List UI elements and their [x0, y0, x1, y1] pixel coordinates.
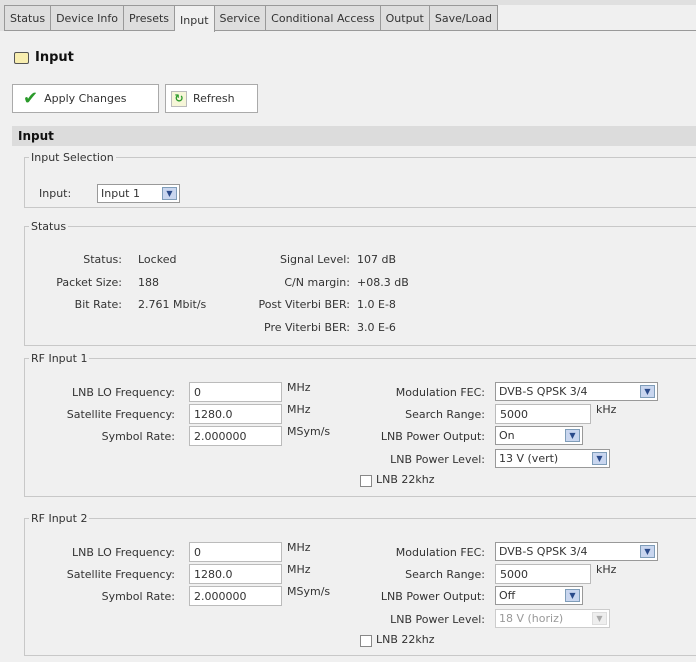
tab-bar: Status Device Info Presets Input Service… [4, 5, 696, 32]
status-value: 1.0 E-8 [357, 298, 396, 311]
lnb-22khz-checkbox[interactable] [360, 635, 372, 647]
modulation-fec-label: Modulation FEC: [395, 546, 485, 559]
status-value: 107 dB [357, 253, 397, 266]
status-value: 2.761 Mbit/s [138, 298, 207, 311]
status-value: +08.3 dB [357, 276, 409, 289]
search-range-input[interactable]: 5000 [495, 404, 591, 424]
input-selection-group: Input Selection Input: Input 1 ▼ [24, 151, 696, 208]
satellite-frequency-input[interactable]: 1280.0 [189, 564, 282, 584]
search-range-input[interactable]: 5000 [495, 564, 591, 584]
status-label: Post Viterbi BER: [258, 298, 351, 311]
status-label: Pre Viterbi BER: [264, 321, 350, 334]
tab-service[interactable]: Service [214, 5, 267, 31]
lnb-power-level-label: LNB Power Level: [390, 613, 485, 626]
symbol-rate-input[interactable]: 2.000000 [189, 586, 282, 606]
status-label: Signal Level: [279, 253, 350, 266]
unit-label: MSym/s [287, 585, 331, 598]
rf-input-2-group: RF Input 2 LNB LO Frequency: 0 MHz Satel… [24, 512, 696, 656]
lnb-power-level-label: LNB Power Level: [390, 453, 485, 466]
tab-device-info[interactable]: Device Info [51, 5, 124, 31]
status-label: C/N margin: [284, 276, 350, 289]
status-label: Bit Rate: [74, 298, 122, 311]
unit-label: MHz [287, 563, 311, 576]
lnb-lo-label: LNB LO Frequency: [71, 546, 175, 559]
chevron-down-icon: ▼ [640, 545, 655, 558]
lnb-lo-label: LNB LO Frequency: [71, 386, 175, 399]
chevron-down-icon: ▼ [162, 187, 177, 200]
chevron-down-icon: ▼ [640, 385, 655, 398]
checkmark-icon: ✔ [23, 88, 39, 109]
section-header: Input [12, 126, 696, 146]
unit-label: MHz [287, 403, 311, 416]
chevron-down-icon: ▼ [565, 589, 580, 602]
lnb-power-output-label: LNB Power Output: [380, 430, 485, 443]
status-value: 3.0 E-6 [357, 321, 396, 334]
tab-save-load[interactable]: Save/Load [429, 5, 498, 31]
unit-label: MSym/s [287, 425, 331, 438]
satellite-frequency-label: Satellite Frequency: [66, 568, 175, 581]
chevron-down-icon: ▼ [592, 612, 607, 625]
status-group: Status Status: Locked Packet Size: 188 Bit R… [24, 220, 696, 346]
tab-presets[interactable]: Presets [124, 5, 176, 31]
status-value: Locked [138, 253, 177, 266]
apply-changes-button[interactable]: ✔ Apply Changes [12, 84, 159, 113]
symbol-rate-label: Symbol Rate: [101, 590, 175, 603]
lnb-lo-frequency-input[interactable]: 0 [189, 382, 282, 402]
modulation-fec-label: Modulation FEC: [395, 386, 485, 399]
satellite-frequency-input[interactable]: 1280.0 [189, 404, 282, 424]
tab-input[interactable]: Input [175, 5, 215, 32]
modulation-fec-select[interactable]: DVB-S QPSK 3/4 ▼ [495, 542, 658, 561]
status-label: Packet Size: [56, 276, 122, 289]
lnb-22khz-label: LNB 22khz [376, 473, 435, 486]
lnb-power-output-select[interactable]: Off ▼ [495, 586, 583, 605]
folder-icon [14, 51, 29, 64]
lnb-22khz-checkbox[interactable] [360, 475, 372, 487]
lnb-lo-frequency-input[interactable]: 0 [189, 542, 282, 562]
tab-output[interactable]: Output [380, 5, 430, 31]
symbol-rate-input[interactable]: 2.000000 [189, 426, 282, 446]
status-label: Status: [83, 253, 122, 266]
symbol-rate-label: Symbol Rate: [101, 430, 175, 443]
status-value: 188 [138, 276, 159, 289]
lnb-power-output-label: LNB Power Output: [380, 590, 485, 603]
search-range-label: Search Range: [405, 568, 485, 581]
unit-label: kHz [596, 563, 617, 576]
unit-label: MHz [287, 381, 311, 394]
chevron-down-icon: ▼ [565, 429, 580, 442]
chevron-down-icon: ▼ [592, 452, 607, 465]
unit-label: MHz [287, 541, 311, 554]
lnb-22khz-label: LNB 22khz [376, 633, 435, 646]
tab-conditional-access[interactable]: Conditional Access [266, 5, 381, 31]
rf-input-1-group: RF Input 1 LNB LO Frequency: 0 MHz Satel… [24, 352, 696, 497]
modulation-fec-select[interactable]: DVB-S QPSK 3/4 ▼ [495, 382, 658, 401]
satellite-frequency-label: Satellite Frequency: [66, 408, 175, 421]
lnb-power-output-select[interactable]: On ▼ [495, 426, 583, 445]
page-title: Input [14, 50, 74, 65]
search-range-label: Search Range: [405, 408, 485, 421]
unit-label: kHz [596, 403, 617, 416]
tab-status[interactable]: Status [4, 5, 52, 31]
refresh-button[interactable]: ↻ Refresh [165, 84, 258, 113]
refresh-icon: ↻ [171, 90, 187, 107]
lnb-power-level-select[interactable]: 13 V (vert) ▼ [495, 449, 610, 468]
input-select[interactable]: Input 1 ▼ [97, 184, 180, 203]
lnb-power-level-select[interactable]: 18 V (horiz) ▼ [495, 609, 610, 628]
input-label: Input: [39, 187, 72, 200]
